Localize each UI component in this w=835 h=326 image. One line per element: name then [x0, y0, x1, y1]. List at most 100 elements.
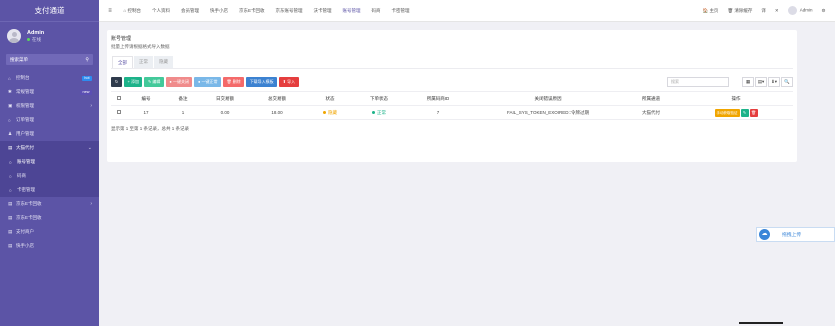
add-button[interactable]: + 添加: [124, 77, 143, 87]
cell-order-status[interactable]: 正常: [355, 105, 403, 120]
fullscreen-icon[interactable]: ✕: [770, 8, 783, 14]
user-status: 在线: [27, 37, 44, 43]
col-merchant-id[interactable]: 所属码商ID: [403, 91, 473, 106]
sidebar-item-permission[interactable]: ▣ 权限管理 ›: [0, 99, 99, 113]
menu-toggle-icon[interactable]: ≡: [102, 8, 118, 14]
drag-upload-widget[interactable]: ☁ 拖拽上传: [756, 227, 835, 242]
table-search-input[interactable]: 搜索: [667, 77, 729, 87]
home-link[interactable]: 🏠 主页: [698, 8, 723, 14]
col-channel[interactable]: 所属通道: [623, 91, 679, 106]
user-menu[interactable]: Admin: [783, 6, 817, 15]
toolbar: ↻ + 添加 ✎ 编辑 ● 一键关闭 ● 一键正常 🗑 删除 下载导入模板 ⬆ …: [107, 69, 797, 87]
toggle-view-icon[interactable]: ▦: [742, 77, 754, 87]
import-button[interactable]: ⬆ 导入: [279, 77, 299, 87]
col-close-reason[interactable]: 关闭错误原因: [473, 91, 623, 106]
sidebar-item-kuaishou[interactable]: ▤ 快手小店: [0, 239, 99, 253]
col-day-amount[interactable]: 日交易额: [201, 91, 249, 106]
circle-icon: ○: [9, 173, 12, 179]
sidebar-item-users[interactable]: ♟ 用户管理: [0, 127, 99, 141]
top-nav-jd-recycle[interactable]: 京东E卡回收: [233, 8, 270, 14]
col-id[interactable]: 编号: [127, 91, 165, 106]
manual-verify-button[interactable]: 手动获取验证: [714, 108, 740, 117]
top-nav-dashboard[interactable]: ⌂ 控制台: [118, 8, 146, 14]
table-header-row: 编号 备注 日交易额 总交易额 状态 下单状态 所属码商ID 关闭错误原因 所属…: [111, 91, 793, 106]
sidebar-item-general[interactable]: ✱ 常规管理 new: [0, 85, 99, 99]
sidebar-item-dashboard[interactable]: ⌂ 控制台 hot: [0, 71, 99, 85]
top-nav-merchant[interactable]: 码商: [366, 8, 386, 14]
new-badge: new: [80, 89, 92, 95]
cell-close-reason: FAIL_SYS_TOKEN_EXOIRED::令牌过期: [473, 105, 623, 120]
sidebar-item-label: 账号管理: [17, 159, 35, 164]
circle-icon: ○: [9, 159, 12, 165]
sidebar-item-orders[interactable]: ○ 订单管理: [0, 113, 99, 127]
cell-note: 1: [165, 105, 201, 120]
select-all-checkbox[interactable]: [111, 91, 127, 106]
top-nav-woka[interactable]: 沃卡管理: [308, 8, 337, 14]
col-actions: 操作: [679, 91, 793, 106]
brand-title[interactable]: 支付通道: [0, 0, 99, 22]
tab-hidden[interactable]: 隐藏: [154, 56, 173, 68]
top-nav-jd-accounts[interactable]: 京东账号管理: [270, 8, 308, 14]
edit-button[interactable]: ✎ 编辑: [144, 77, 164, 87]
sidebar-item-label: 控制台: [16, 75, 30, 80]
edit-icon[interactable]: ✎: [740, 108, 749, 117]
list-icon: ▤: [8, 201, 13, 206]
top-nav-kuaishou[interactable]: 快手小店: [204, 8, 233, 14]
tab-normal[interactable]: 正常: [134, 56, 153, 68]
user-icon: ♟: [8, 131, 13, 136]
dashboard-icon: ⌂: [8, 75, 11, 81]
pagination-info: 显示第 1 至第 1 条记录，总共 1 条记录: [111, 126, 190, 131]
export-icon[interactable]: ⬇▾: [768, 77, 780, 87]
sidebar-submenu: ○ 账号管理 ○ 码商 ○ 卡密管理: [0, 155, 99, 197]
top-nav-profile[interactable]: 个人资料: [146, 8, 175, 14]
download-template-button[interactable]: 下载导入模板: [246, 77, 278, 87]
search-icon[interactable]: 🔍: [781, 77, 793, 87]
sidebar-item-label: 码商: [17, 173, 26, 178]
hot-badge: hot: [81, 75, 92, 81]
cell-actions: 手动获取验证 ✎ 🗑: [679, 105, 793, 120]
sidebar-item-pay-merchant[interactable]: ▤ 支付商户: [0, 225, 99, 239]
sidebar-sub-merchant[interactable]: ○ 码商: [0, 169, 99, 183]
status-dot-icon: [323, 110, 326, 114]
translate-icon[interactable]: 译: [757, 8, 771, 14]
sidebar-group-damao[interactable]: ▤ 大猫代付 ⌄: [0, 141, 99, 155]
col-order-status[interactable]: 下单状态: [355, 91, 403, 106]
top-nav-members[interactable]: 会员管理: [175, 8, 204, 14]
avatar: [787, 6, 797, 15]
clear-cache-link[interactable]: 🗑 清除缓存: [723, 8, 757, 14]
tab-all[interactable]: 全部: [112, 56, 133, 68]
sidebar-sub-account[interactable]: ○ 账号管理: [0, 155, 99, 169]
sidebar-item-jd-recycle[interactable]: ▤ 京东E卡回收 ›: [0, 197, 99, 211]
gear-icon[interactable]: ⚙: [817, 8, 830, 14]
avatar: [7, 29, 21, 43]
cell-merchant-id: 7: [403, 105, 473, 120]
search-icon: ⚲: [85, 56, 89, 63]
sidebar-item-label: 支付商户: [16, 229, 34, 234]
sidebar-sub-card[interactable]: ○ 卡密管理: [0, 183, 99, 197]
main-panel: 账号管理 批量上传请根据格式导入数据 全部 正常 隐藏 ↻ + 添加 ✎ 编辑 …: [107, 30, 797, 162]
col-note[interactable]: 备注: [165, 91, 201, 106]
normal-all-button[interactable]: ● 一键正常: [194, 77, 221, 87]
delete-icon[interactable]: 🗑: [749, 108, 758, 117]
col-total-amount[interactable]: 总交易额: [249, 91, 305, 106]
user-status-text: 在线: [32, 36, 41, 42]
columns-icon[interactable]: ▤▾: [755, 77, 767, 87]
sidebar-item-jd-recycle-2[interactable]: ▤ 京东E卡回收: [0, 211, 99, 225]
cell-id: 17: [127, 105, 165, 120]
settings-icon: ✱: [8, 89, 12, 94]
top-nav-cards[interactable]: 卡密管理: [386, 8, 415, 14]
list-icon: ▤: [8, 229, 13, 234]
top-nav-accounts[interactable]: 账号管理: [337, 8, 366, 14]
close-all-button[interactable]: ● 一键关闭: [165, 77, 193, 87]
online-dot-icon: [27, 37, 30, 41]
col-status[interactable]: 状态: [305, 91, 355, 106]
refresh-button[interactable]: ↻: [111, 77, 122, 87]
delete-button[interactable]: 🗑 删除: [222, 77, 245, 87]
table-row[interactable]: 17 1 0.00 18.00 隐藏 正常 7 FAIL_SYS_TOKEN_E…: [111, 105, 793, 120]
permission-icon: ▣: [8, 103, 13, 108]
top-right: 🏠 主页 🗑 清除缓存 译 ✕ Admin ⚙: [698, 6, 835, 15]
sidebar-item-label: 卡密管理: [17, 187, 35, 192]
row-checkbox[interactable]: [111, 105, 127, 120]
cell-status[interactable]: 隐藏: [305, 105, 355, 120]
sidebar-search[interactable]: 搜索菜单 ⚲: [6, 54, 93, 65]
